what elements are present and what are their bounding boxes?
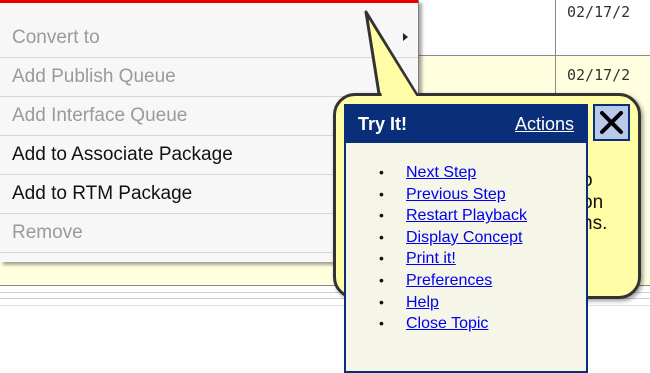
list-item: • Previous Step — [346, 184, 586, 206]
bullet-icon: • — [379, 185, 384, 202]
bullet-icon: • — [379, 207, 384, 224]
bullet-icon: • — [379, 315, 384, 332]
try-it-panel: Try It! Actions • Next Step • Previous Ste… — [344, 104, 588, 373]
list-item: • Preferences — [346, 270, 586, 292]
bullet-icon: • — [379, 250, 384, 267]
list-item: • Next Step — [346, 162, 586, 184]
panel-header: Try It! Actions — [346, 106, 586, 143]
bullet-icon: • — [379, 271, 384, 288]
link-preferences[interactable]: Preferences — [406, 270, 492, 292]
list-item: • Display Concept — [346, 227, 586, 249]
list-item: • Restart Playback — [346, 205, 586, 227]
link-close-topic[interactable]: Close Topic — [406, 313, 488, 335]
bullet-icon: • — [379, 293, 384, 310]
link-restart-playback[interactable]: Restart Playback — [406, 205, 527, 227]
link-previous-step[interactable]: Previous Step — [406, 184, 506, 206]
close-button[interactable] — [593, 104, 630, 141]
link-help[interactable]: Help — [406, 292, 439, 314]
link-print-it[interactable]: Print it! — [406, 248, 456, 270]
close-icon — [600, 111, 623, 134]
list-item: • Help — [346, 292, 586, 314]
link-display-concept[interactable]: Display Concept — [406, 227, 523, 249]
action-link-list: • Next Step • Previous Step • Restart Playb… — [346, 162, 586, 335]
bullet-icon: • — [379, 164, 384, 180]
actions-link[interactable]: Actions — [515, 114, 574, 135]
link-next-step[interactable]: Next Step — [406, 162, 476, 184]
list-item: • Print it! — [346, 248, 586, 270]
list-item: • Close Topic — [346, 313, 586, 335]
panel-title: Try It! — [358, 114, 408, 134]
bullet-icon: • — [379, 228, 384, 245]
